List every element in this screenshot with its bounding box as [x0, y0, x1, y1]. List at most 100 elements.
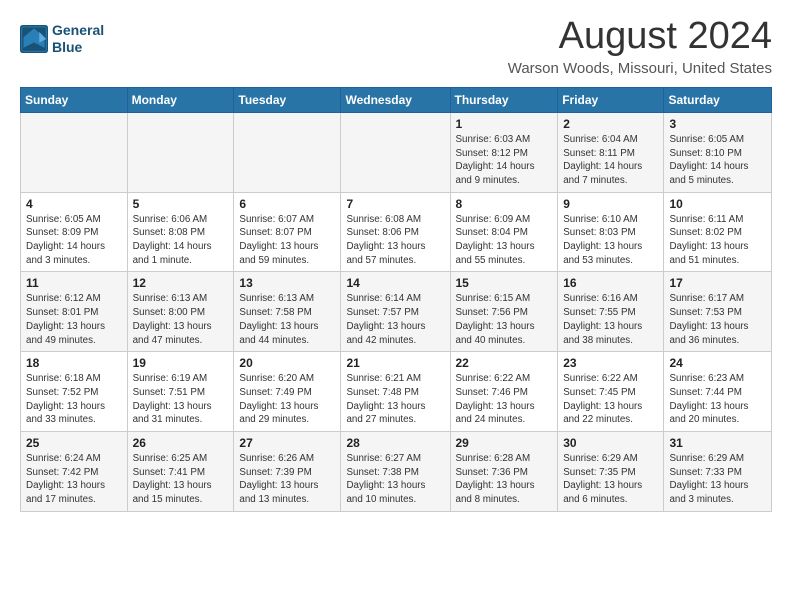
calendar-cell: 15 Sunrise: 6:15 AM Sunset: 7:56 PM Dayli…: [450, 272, 558, 352]
calendar-cell: [21, 112, 128, 192]
day-info: Sunrise: 6:13 AM Sunset: 7:58 PM Dayligh…: [239, 292, 335, 347]
day-info: Sunrise: 6:29 AM Sunset: 7:35 PM Dayligh…: [563, 452, 658, 507]
header-cell-wednesday: Wednesday: [341, 87, 450, 112]
calendar-cell: 22 Sunrise: 6:22 AM Sunset: 7:46 PM Dayli…: [450, 352, 558, 432]
day-info: Sunrise: 6:18 AM Sunset: 7:52 PM Dayligh…: [26, 372, 122, 427]
page-header: General Blue August 2024 Warson Woods, M…: [20, 16, 772, 77]
header-cell-sunday: Sunday: [21, 87, 128, 112]
day-number: 24: [669, 356, 766, 370]
day-number: 28: [346, 436, 444, 450]
day-info: Sunrise: 6:15 AM Sunset: 7:56 PM Dayligh…: [456, 292, 553, 347]
calendar-cell: 21 Sunrise: 6:21 AM Sunset: 7:48 PM Dayli…: [341, 352, 450, 432]
calendar-cell: 31Sunrise: 6:29 AM Sunset: 7:33 PM Dayli…: [664, 432, 772, 512]
day-number: 17: [669, 276, 766, 290]
calendar-cell: 25 Sunrise: 6:24 AM Sunset: 7:42 PM Dayli…: [21, 432, 128, 512]
calendar-cell: 30Sunrise: 6:29 AM Sunset: 7:35 PM Dayli…: [558, 432, 664, 512]
day-number: 3: [669, 117, 766, 131]
day-info: Sunrise: 6:14 AM Sunset: 7:57 PM Dayligh…: [346, 292, 444, 347]
calendar-subtitle: Warson Woods, Missouri, United States: [508, 60, 772, 77]
day-number: 8: [456, 197, 553, 211]
calendar-cell: [127, 112, 234, 192]
week-row-1: 1 Sunrise: 6:03 AM Sunset: 8:12 PM Daylig…: [21, 112, 772, 192]
logo: General Blue: [20, 22, 104, 56]
calendar-cell: 20Sunrise: 6:20 AM Sunset: 7:49 PM Dayli…: [234, 352, 341, 432]
day-info: Sunrise: 6:16 AM Sunset: 7:55 PM Dayligh…: [563, 292, 658, 347]
calendar-body: 1 Sunrise: 6:03 AM Sunset: 8:12 PM Daylig…: [21, 112, 772, 511]
week-row-5: 25 Sunrise: 6:24 AM Sunset: 7:42 PM Dayli…: [21, 432, 772, 512]
logo-text: General Blue: [52, 22, 104, 56]
day-info: Sunrise: 6:27 AM Sunset: 7:38 PM Dayligh…: [346, 452, 444, 507]
day-number: 2: [563, 117, 658, 131]
day-number: 16: [563, 276, 658, 290]
day-info: Sunrise: 6:07 AM Sunset: 8:07 PM Dayligh…: [239, 213, 335, 268]
day-info: Sunrise: 6:13 AM Sunset: 8:00 PM Dayligh…: [133, 292, 229, 347]
week-row-4: 18 Sunrise: 6:18 AM Sunset: 7:52 PM Dayli…: [21, 352, 772, 432]
day-info: Sunrise: 6:12 AM Sunset: 8:01 PM Dayligh…: [26, 292, 122, 347]
calendar-cell: 18 Sunrise: 6:18 AM Sunset: 7:52 PM Dayli…: [21, 352, 128, 432]
day-info: Sunrise: 6:21 AM Sunset: 7:48 PM Dayligh…: [346, 372, 444, 427]
day-number: 9: [563, 197, 658, 211]
calendar-cell: 8 Sunrise: 6:09 AM Sunset: 8:04 PM Daylig…: [450, 192, 558, 272]
calendar-cell: 19Sunrise: 6:19 AM Sunset: 7:51 PM Dayli…: [127, 352, 234, 432]
day-info: Sunrise: 6:05 AM Sunset: 8:09 PM Dayligh…: [26, 213, 122, 268]
calendar-cell: 10Sunrise: 6:11 AM Sunset: 8:02 PM Dayli…: [664, 192, 772, 272]
title-block: August 2024 Warson Woods, Missouri, Unit…: [508, 16, 772, 77]
day-number: 15: [456, 276, 553, 290]
calendar-header: SundayMondayTuesdayWednesdayThursdayFrid…: [21, 87, 772, 112]
day-number: 25: [26, 436, 122, 450]
day-number: 13: [239, 276, 335, 290]
day-number: 19: [133, 356, 229, 370]
day-number: 23: [563, 356, 658, 370]
day-number: 21: [346, 356, 444, 370]
day-info: Sunrise: 6:04 AM Sunset: 8:11 PM Dayligh…: [563, 133, 658, 188]
day-number: 12: [133, 276, 229, 290]
week-row-2: 4 Sunrise: 6:05 AM Sunset: 8:09 PM Daylig…: [21, 192, 772, 272]
day-info: Sunrise: 6:17 AM Sunset: 7:53 PM Dayligh…: [669, 292, 766, 347]
week-row-3: 11 Sunrise: 6:12 AM Sunset: 8:01 PM Dayli…: [21, 272, 772, 352]
day-number: 1: [456, 117, 553, 131]
calendar-cell: 24 Sunrise: 6:23 AM Sunset: 7:44 PM Dayli…: [664, 352, 772, 432]
day-info: Sunrise: 6:25 AM Sunset: 7:41 PM Dayligh…: [133, 452, 229, 507]
calendar-cell: [341, 112, 450, 192]
calendar-cell: 29Sunrise: 6:28 AM Sunset: 7:36 PM Dayli…: [450, 432, 558, 512]
calendar-cell: 14 Sunrise: 6:14 AM Sunset: 7:57 PM Dayli…: [341, 272, 450, 352]
calendar-cell: 3Sunrise: 6:05 AM Sunset: 8:10 PM Daylig…: [664, 112, 772, 192]
calendar-cell: 17 Sunrise: 6:17 AM Sunset: 7:53 PM Dayli…: [664, 272, 772, 352]
calendar-cell: [234, 112, 341, 192]
day-number: 6: [239, 197, 335, 211]
calendar-cell: 26 Sunrise: 6:25 AM Sunset: 7:41 PM Dayli…: [127, 432, 234, 512]
day-info: Sunrise: 6:06 AM Sunset: 8:08 PM Dayligh…: [133, 213, 229, 268]
header-cell-saturday: Saturday: [664, 87, 772, 112]
day-number: 4: [26, 197, 122, 211]
day-number: 27: [239, 436, 335, 450]
day-number: 31: [669, 436, 766, 450]
day-info: Sunrise: 6:09 AM Sunset: 8:04 PM Dayligh…: [456, 213, 553, 268]
day-number: 18: [26, 356, 122, 370]
day-number: 22: [456, 356, 553, 370]
day-info: Sunrise: 6:22 AM Sunset: 7:45 PM Dayligh…: [563, 372, 658, 427]
day-number: 14: [346, 276, 444, 290]
day-info: Sunrise: 6:20 AM Sunset: 7:49 PM Dayligh…: [239, 372, 335, 427]
calendar-cell: 27Sunrise: 6:26 AM Sunset: 7:39 PM Dayli…: [234, 432, 341, 512]
calendar-title: August 2024: [508, 16, 772, 58]
calendar-cell: 4 Sunrise: 6:05 AM Sunset: 8:09 PM Daylig…: [21, 192, 128, 272]
calendar-cell: 5 Sunrise: 6:06 AM Sunset: 8:08 PM Daylig…: [127, 192, 234, 272]
calendar-cell: 1 Sunrise: 6:03 AM Sunset: 8:12 PM Daylig…: [450, 112, 558, 192]
day-info: Sunrise: 6:08 AM Sunset: 8:06 PM Dayligh…: [346, 213, 444, 268]
day-info: Sunrise: 6:03 AM Sunset: 8:12 PM Dayligh…: [456, 133, 553, 188]
day-info: Sunrise: 6:22 AM Sunset: 7:46 PM Dayligh…: [456, 372, 553, 427]
calendar-cell: 7 Sunrise: 6:08 AM Sunset: 8:06 PM Daylig…: [341, 192, 450, 272]
day-number: 7: [346, 197, 444, 211]
calendar-cell: 9Sunrise: 6:10 AM Sunset: 8:03 PM Daylig…: [558, 192, 664, 272]
day-number: 5: [133, 197, 229, 211]
day-info: Sunrise: 6:24 AM Sunset: 7:42 PM Dayligh…: [26, 452, 122, 507]
calendar-cell: 6 Sunrise: 6:07 AM Sunset: 8:07 PM Daylig…: [234, 192, 341, 272]
calendar-table: SundayMondayTuesdayWednesdayThursdayFrid…: [20, 87, 772, 512]
day-number: 11: [26, 276, 122, 290]
day-number: 26: [133, 436, 229, 450]
calendar-cell: 16 Sunrise: 6:16 AM Sunset: 7:55 PM Dayli…: [558, 272, 664, 352]
day-info: Sunrise: 6:23 AM Sunset: 7:44 PM Dayligh…: [669, 372, 766, 427]
header-row: SundayMondayTuesdayWednesdayThursdayFrid…: [21, 87, 772, 112]
calendar-cell: 28 Sunrise: 6:27 AM Sunset: 7:38 PM Dayli…: [341, 432, 450, 512]
calendar-cell: 12 Sunrise: 6:13 AM Sunset: 8:00 PM Dayli…: [127, 272, 234, 352]
